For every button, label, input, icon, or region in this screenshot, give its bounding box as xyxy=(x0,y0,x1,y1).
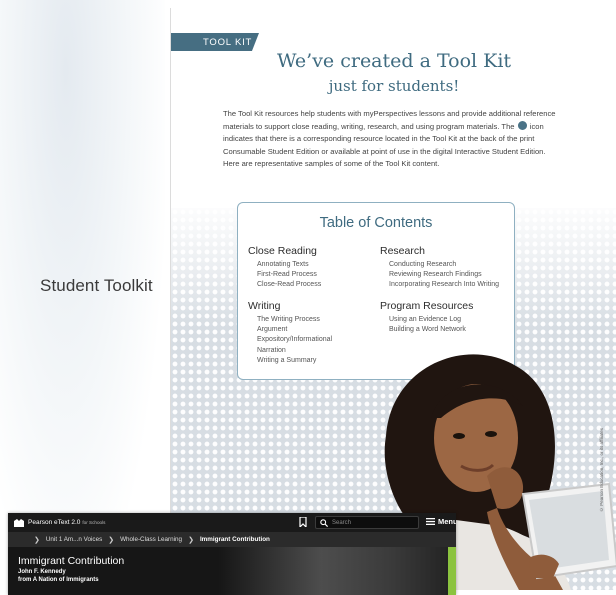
toc-item: Annotating Texts xyxy=(257,261,309,268)
menu-label: Menu xyxy=(438,517,456,526)
copyright-caption: © Pearson Education, Inc., or its affili… xyxy=(599,428,604,512)
side-label: Student Toolkit xyxy=(40,276,153,295)
pearson-logo-icon xyxy=(14,518,24,527)
etext-brand: Pearson eText 2.0 xyxy=(28,519,81,526)
breadcrumb: ❯ Unit 1 Am...n Voices ❯ Whole-Class Lea… xyxy=(8,532,456,547)
green-accent-bar xyxy=(448,547,456,595)
selection-author: John F. Kennedy xyxy=(18,569,66,575)
intro-paragraph: The Tool Kit resources help students wit… xyxy=(223,108,563,171)
toc-section-heading: Close Reading xyxy=(248,245,317,257)
tool-kit-tab: TOOL KIT xyxy=(171,33,259,51)
toolkit-info-icon xyxy=(517,120,527,130)
chevron-right-icon: ❯ xyxy=(188,536,194,544)
etext-search-box[interactable]: Search xyxy=(315,516,419,529)
search-input-placeholder: Search xyxy=(332,519,352,526)
toc-item: Conducting Research xyxy=(389,261,457,268)
toc-item: Close-Read Process xyxy=(257,281,322,289)
toc-title: Table of Contents xyxy=(319,215,433,231)
toolkit-brochure-page: TOOL KIT We’ve created a Tool Kit just f… xyxy=(170,8,616,590)
toc-section-heading: Research xyxy=(380,245,425,257)
breadcrumb-item-unit[interactable]: Unit 1 Am...n Voices xyxy=(46,536,102,543)
page-subtitle: just for students! xyxy=(328,77,460,95)
chevron-right-icon: ❯ xyxy=(34,536,40,544)
breadcrumb-item-whole-class[interactable]: Whole-Class Learning xyxy=(120,536,182,543)
toc-item: First-Read Process xyxy=(257,271,317,279)
selection-title: Immigrant Contribution xyxy=(18,555,125,567)
breadcrumb-item-current: Immigrant Contribution xyxy=(199,536,270,543)
bookmark-icon[interactable] xyxy=(299,517,307,527)
toc-section-heading: Writing xyxy=(248,300,281,312)
intro-text-start: The Tool Kit resources help students wit… xyxy=(223,109,556,131)
toc-item: The Writing Process xyxy=(257,316,320,323)
etext-screenshot: Pearson eText 2.0 for Schools Search Men… xyxy=(8,513,456,595)
background-glow xyxy=(0,0,165,595)
etext-brand-sub: for Schools xyxy=(82,520,106,525)
toc-item: Using an Evidence Log xyxy=(389,316,461,323)
toc-section-close-reading: Close Reading Annotating Texts First-Rea… xyxy=(248,245,388,291)
hamburger-menu-icon xyxy=(426,518,435,525)
chevron-right-icon: ❯ xyxy=(108,536,115,544)
selection-source: from A Nation of Immigrants xyxy=(18,577,99,583)
toc-item: Reviewing Research Findings xyxy=(389,271,482,279)
toc-section-research: Research Conducting Research Reviewing R… xyxy=(380,245,514,291)
search-icon xyxy=(320,518,328,527)
page-title: We’ve created a Tool Kit xyxy=(276,50,512,72)
etext-top-bar: Pearson eText 2.0 for Schools Search Men… xyxy=(8,513,456,532)
toc-section-heading: Program Resources xyxy=(380,300,474,312)
toc-item: Incorporating Research Into Writing xyxy=(389,281,499,289)
kennedy-photo xyxy=(218,547,448,595)
menu-button[interactable]: Menu xyxy=(426,517,456,526)
